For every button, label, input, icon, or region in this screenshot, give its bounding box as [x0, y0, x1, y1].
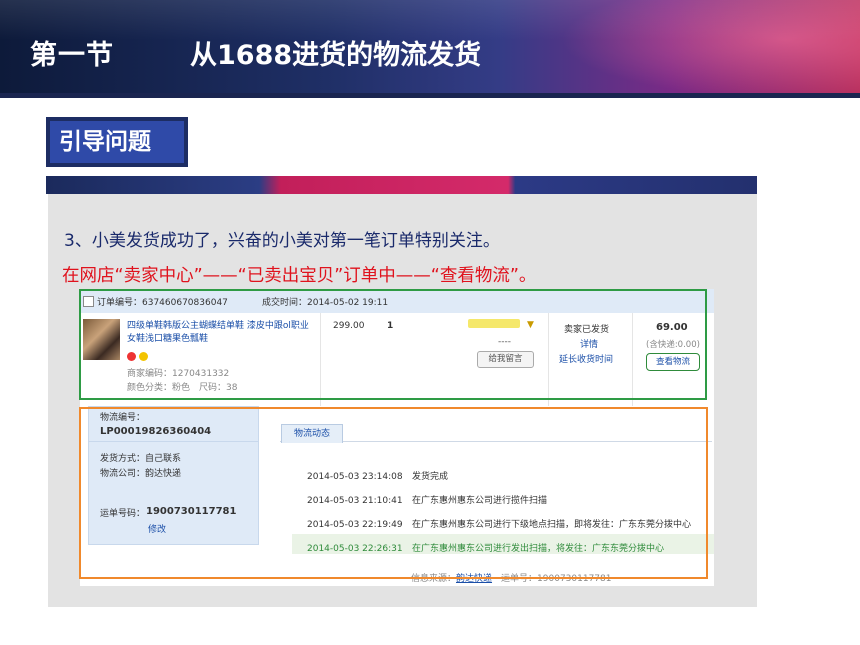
question-instruction: 在网店“卖家中心”——“已卖出宝贝”订单中——“查看物流”。 [62, 266, 537, 286]
logistics-highlight-box [79, 407, 708, 579]
guide-label: 引导问题 [50, 121, 184, 163]
order-highlight-box [79, 289, 707, 400]
header-divider [0, 93, 860, 98]
question-text: 3、小美发货成功了，兴奋的小美对第一笔订单特别关注。 [64, 231, 500, 251]
section-number: 第一节 [30, 40, 114, 71]
decorative-strip [46, 176, 757, 194]
slide-title: 从1688进货的物流发货 [190, 40, 482, 71]
